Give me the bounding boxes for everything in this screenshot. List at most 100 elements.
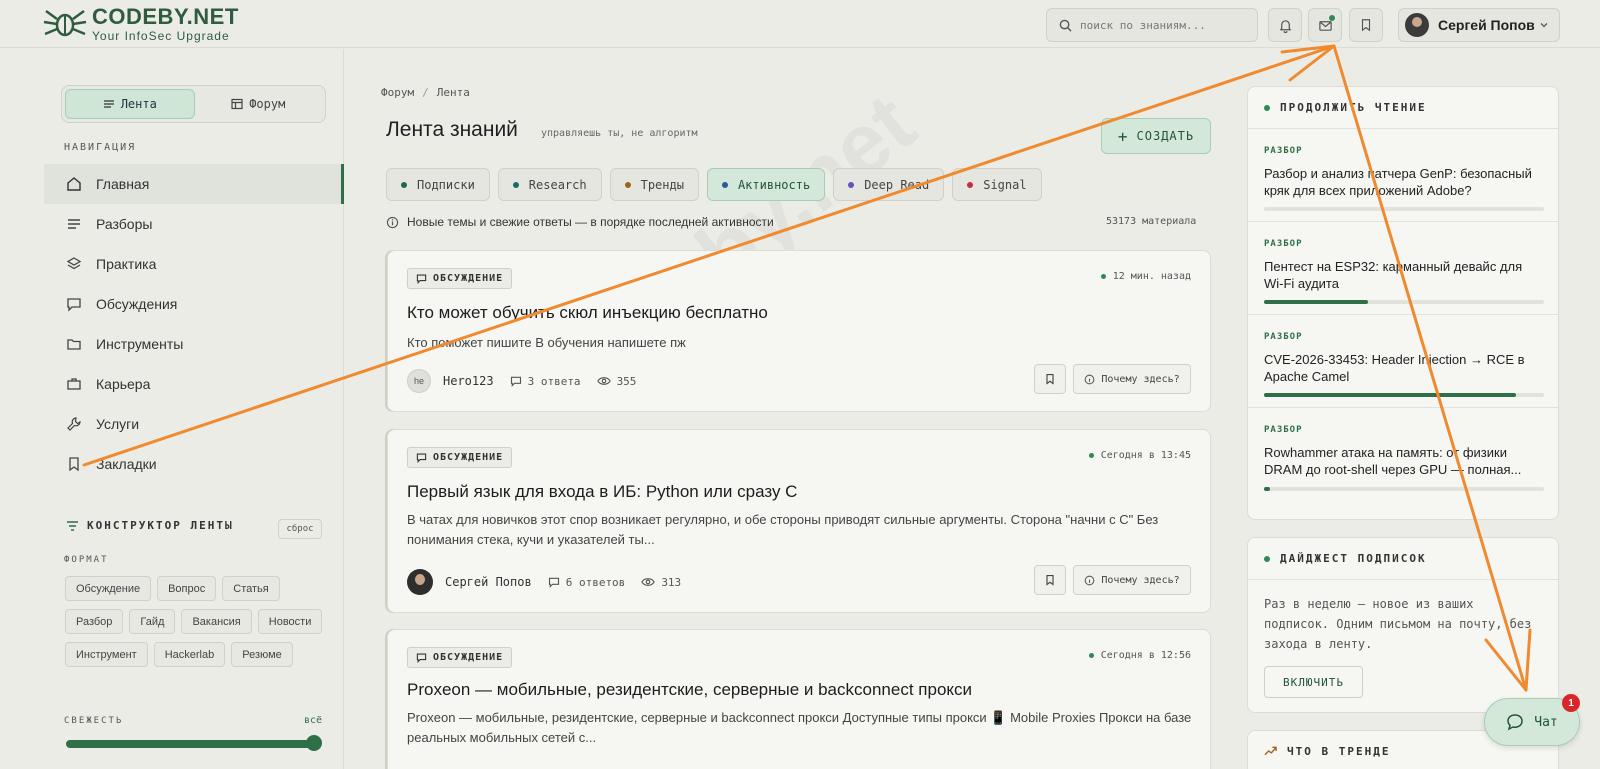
search-input[interactable] <box>1080 18 1240 32</box>
tab-dot <box>967 181 974 188</box>
format-chip[interactable]: Обсуждение <box>65 576 152 601</box>
format-chip[interactable]: Вакансия <box>181 609 252 634</box>
tab-research[interactable]: Research <box>497 168 602 201</box>
reset-button[interactable]: сброс <box>278 519 322 539</box>
tab-dot <box>721 181 728 188</box>
feed-info: Новые темы и свежие ответы — в порядке п… <box>386 215 774 229</box>
reply-count: 6 ответов <box>548 576 625 589</box>
format-chip[interactable]: Новости <box>257 609 323 634</box>
nav-item-discussions[interactable]: Обсуждения <box>44 284 344 324</box>
post-author[interactable]: Hero123 <box>443 374 494 388</box>
panel-title: ПРОДОЛЖИТЬ ЧТЕНИЕ <box>1248 87 1558 129</box>
continue-reading-panel: ПРОДОЛЖИТЬ ЧТЕНИЕ РАЗБОР Разбор и анализ… <box>1247 86 1559 520</box>
notifications-button[interactable] <box>1268 8 1302 42</box>
post-time: Сегодня в 12:56 <box>1088 650 1191 661</box>
avatar[interactable]: he <box>407 369 431 393</box>
breadcrumb-forum[interactable]: Форум <box>381 86 414 99</box>
search-box[interactable] <box>1046 8 1258 42</box>
format-chip[interactable]: Гайд <box>129 609 176 634</box>
bookmarks-button[interactable] <box>1349 8 1383 42</box>
comment-icon <box>548 577 559 588</box>
tab-activity[interactable]: Активность <box>706 168 826 201</box>
post-author[interactable]: Сергей Попов <box>445 575 532 589</box>
format-chip[interactable]: Разбор <box>65 609 124 634</box>
nav-item-services[interactable]: Услуги <box>44 404 344 444</box>
eye-icon <box>641 578 656 586</box>
nav-item-bookmarks[interactable]: Закладки <box>44 444 344 484</box>
post-title[interactable]: Кто может обучить скюл инъекцию бесплатн… <box>407 303 768 323</box>
tab-signal[interactable]: Signal <box>952 168 1042 201</box>
reading-title[interactable]: Разбор и анализ патчера GenP: безопасный… <box>1264 165 1542 199</box>
reading-item[interactable]: РАЗБОР Пентест на ESP32: карманный девай… <box>1248 222 1558 315</box>
avatar[interactable] <box>407 569 433 595</box>
messages-button[interactable] <box>1308 8 1342 42</box>
home-icon <box>67 177 81 191</box>
tab-subscriptions[interactable]: Подписки <box>386 168 490 201</box>
post-excerpt: Кто поможет пишите В обучения напишете п… <box>407 335 686 350</box>
comment-icon <box>510 376 521 387</box>
why-here-button[interactable]: Почему здесь? <box>1073 364 1191 394</box>
tab-trends[interactable]: Тренды <box>609 168 699 201</box>
reading-progress <box>1264 300 1544 304</box>
nav-item-career[interactable]: Карьера <box>44 364 344 404</box>
tab-dot <box>848 181 855 188</box>
post-meta: he Hero123 3 ответа 355 <box>407 369 636 393</box>
format-chip[interactable]: Статья <box>222 576 280 601</box>
post-title[interactable]: Proxeon — мобильные, резидентские, серве… <box>407 680 972 700</box>
bookmark-icon <box>69 457 79 472</box>
freshness-slider-handle[interactable] <box>306 735 322 751</box>
format-chip[interactable]: Вопрос <box>157 576 217 601</box>
format-label: ФОРМАТ <box>64 555 109 565</box>
why-here-button[interactable]: Почему здесь? <box>1073 565 1191 595</box>
toggle-feed[interactable]: Лента <box>65 89 195 119</box>
nav-item-practice[interactable]: Практика <box>44 244 344 284</box>
info-icon <box>1085 575 1095 585</box>
post-title[interactable]: Первый язык для входа в ИБ: Python или с… <box>407 482 797 502</box>
create-button[interactable]: + СОЗДАТЬ <box>1101 118 1211 154</box>
post-card[interactable]: ОБСУЖДЕНИЕ 12 мин. назад Кто может обучи… <box>387 250 1211 412</box>
feed-tabs: Подписки Research Тренды Активность Deep… <box>386 168 1042 201</box>
top-header: CODEBY.NET Your InfoSec Upgrade Сергей П… <box>0 0 1600 48</box>
logo[interactable]: CODEBY.NET Your InfoSec Upgrade <box>42 6 239 42</box>
reply-count: 3 ответа <box>510 375 581 388</box>
format-chip[interactable]: Инструмент <box>65 642 148 667</box>
brand-tagline: Your InfoSec Upgrade <box>92 29 230 43</box>
main-nav: Главная Разборы Практика Обсуждения Инст… <box>44 164 344 484</box>
post-card[interactable]: ОБСУЖДЕНИЕ Сегодня в 12:56 Proxeon — моб… <box>387 629 1211 769</box>
post-excerpt: Proxeon — мобильные, резидентские, серве… <box>407 710 1192 745</box>
enable-digest-button[interactable]: ВКЛЮЧИТЬ <box>1264 666 1363 698</box>
digest-panel: ДАЙДЖЕСТ ПОДПИСОК Раз в неделю — новое и… <box>1247 537 1559 713</box>
freshness-slider-track[interactable] <box>66 740 318 748</box>
wrench-icon <box>67 417 81 431</box>
spider-logo-icon <box>43 9 87 37</box>
freshness-value: всё <box>304 715 323 726</box>
freshness-label: СВЕЖЕСТЬ <box>64 716 124 726</box>
brand-name: CODEBY.NET <box>92 4 239 29</box>
reading-progress <box>1264 393 1544 397</box>
nav-item-home[interactable]: Главная <box>44 164 344 204</box>
format-chip[interactable]: Hackerlab <box>153 642 226 667</box>
arrow-head <box>1288 44 1336 82</box>
format-chip[interactable]: Резюме <box>231 642 293 667</box>
view-count: 313 <box>641 576 681 589</box>
bookmark-button[interactable] <box>1034 364 1066 394</box>
nav-item-tools[interactable]: Инструменты <box>44 324 344 364</box>
tab-deep-read[interactable]: Deep Read <box>833 168 945 201</box>
nav-item-reviews[interactable]: Разборы <box>44 204 344 244</box>
reading-item[interactable]: РАЗБОР Rowhammer атака на память: от физ… <box>1248 408 1558 501</box>
nav-section-label: НАВИГАЦИЯ <box>64 142 137 153</box>
reading-title[interactable]: Пентест на ESP32: карманный девайс для W… <box>1264 258 1542 292</box>
reading-title[interactable]: Rowhammer атака на память: от физики DRA… <box>1264 444 1542 478</box>
post-card[interactable]: ОБСУЖДЕНИЕ Сегодня в 13:45 Первый язык д… <box>387 429 1211 613</box>
reading-item[interactable]: РАЗБОР Разбор и анализ патчера GenP: без… <box>1248 129 1558 222</box>
info-icon <box>386 216 399 228</box>
bookmark-icon <box>1361 19 1371 32</box>
user-menu[interactable]: Сергей Попов <box>1398 8 1560 42</box>
bookmark-button[interactable] <box>1034 565 1066 595</box>
reading-item[interactable]: РАЗБОР CVE-2026-33453: Header Injection … <box>1248 315 1558 408</box>
chat-bubble-icon <box>1507 714 1524 731</box>
filter-icon <box>67 520 78 531</box>
reading-title[interactable]: CVE-2026-33453: Header Injection → RCE в… <box>1264 351 1542 385</box>
unread-dot <box>1329 15 1335 21</box>
toggle-forum[interactable]: Форум <box>195 89 323 119</box>
